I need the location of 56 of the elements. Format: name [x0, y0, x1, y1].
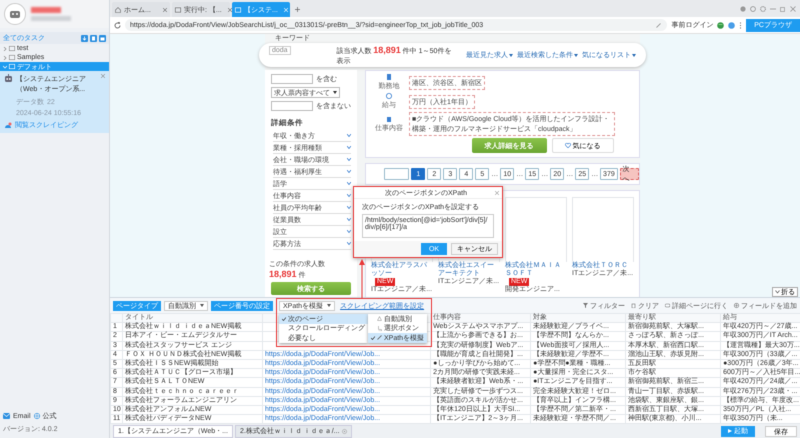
more-icon[interactable]	[739, 22, 742, 28]
reload-icon[interactable]	[114, 22, 121, 28]
keyword-field[interactable]	[271, 74, 313, 84]
file-icon[interactable]	[90, 34, 97, 42]
caret-icon	[574, 54, 578, 56]
check-icon	[371, 336, 375, 340]
close-icon[interactable]	[790, 6, 796, 12]
chevron-down-icon	[347, 146, 351, 149]
chevron-down-icon	[347, 206, 351, 209]
prev-page-button[interactable]	[384, 168, 410, 180]
caret-icon	[333, 91, 337, 94]
robot-icon	[4, 74, 13, 83]
settings-icon[interactable]	[760, 6, 766, 12]
chevron-down-icon	[347, 134, 351, 137]
close-icon[interactable]	[228, 8, 232, 12]
chevron-down-icon	[347, 194, 351, 197]
heart-icon	[564, 143, 570, 148]
scrape-icon	[4, 122, 12, 128]
folder-icon[interactable]	[99, 34, 106, 42]
redacted-name	[31, 7, 61, 13]
restore-icon[interactable]	[780, 6, 786, 12]
caret-icon	[509, 54, 513, 56]
chevron-down-icon	[775, 290, 780, 294]
caret-icon	[632, 54, 636, 56]
close-icon[interactable]	[163, 8, 167, 12]
close-icon[interactable]	[495, 190, 499, 194]
caret-icon	[327, 304, 332, 307]
minimize-icon[interactable]	[770, 6, 776, 12]
plus-icon[interactable]	[295, 7, 300, 12]
add-icon	[734, 303, 739, 308]
chevron-down-icon	[347, 170, 351, 173]
chevron-down-icon	[347, 182, 351, 185]
image-placeholder	[572, 197, 634, 262]
redacted-email	[31, 16, 71, 21]
play-icon	[728, 429, 732, 434]
filter-icon	[583, 303, 588, 308]
close-icon[interactable]	[101, 74, 105, 78]
import-icon[interactable]	[81, 34, 88, 42]
chevron-down-icon	[347, 242, 351, 245]
exclude-field[interactable]	[271, 101, 313, 111]
chevron-down-icon	[347, 218, 351, 221]
close-icon[interactable]	[342, 428, 347, 434]
chevron-down-icon	[3, 64, 7, 68]
chevron-right-icon	[3, 56, 7, 60]
chevron-right-icon	[3, 46, 7, 50]
page-icon	[235, 6, 241, 12]
chevron-down-icon	[347, 158, 351, 161]
avatar-icon	[4, 3, 26, 25]
caret-icon	[200, 304, 204, 307]
triangle-icon	[377, 316, 382, 322]
check-icon	[282, 316, 286, 321]
chevron-down-icon	[347, 230, 351, 233]
mail-icon	[3, 413, 10, 419]
page-icon	[175, 6, 181, 12]
image-placeholder	[505, 197, 567, 262]
home-icon	[115, 6, 121, 12]
